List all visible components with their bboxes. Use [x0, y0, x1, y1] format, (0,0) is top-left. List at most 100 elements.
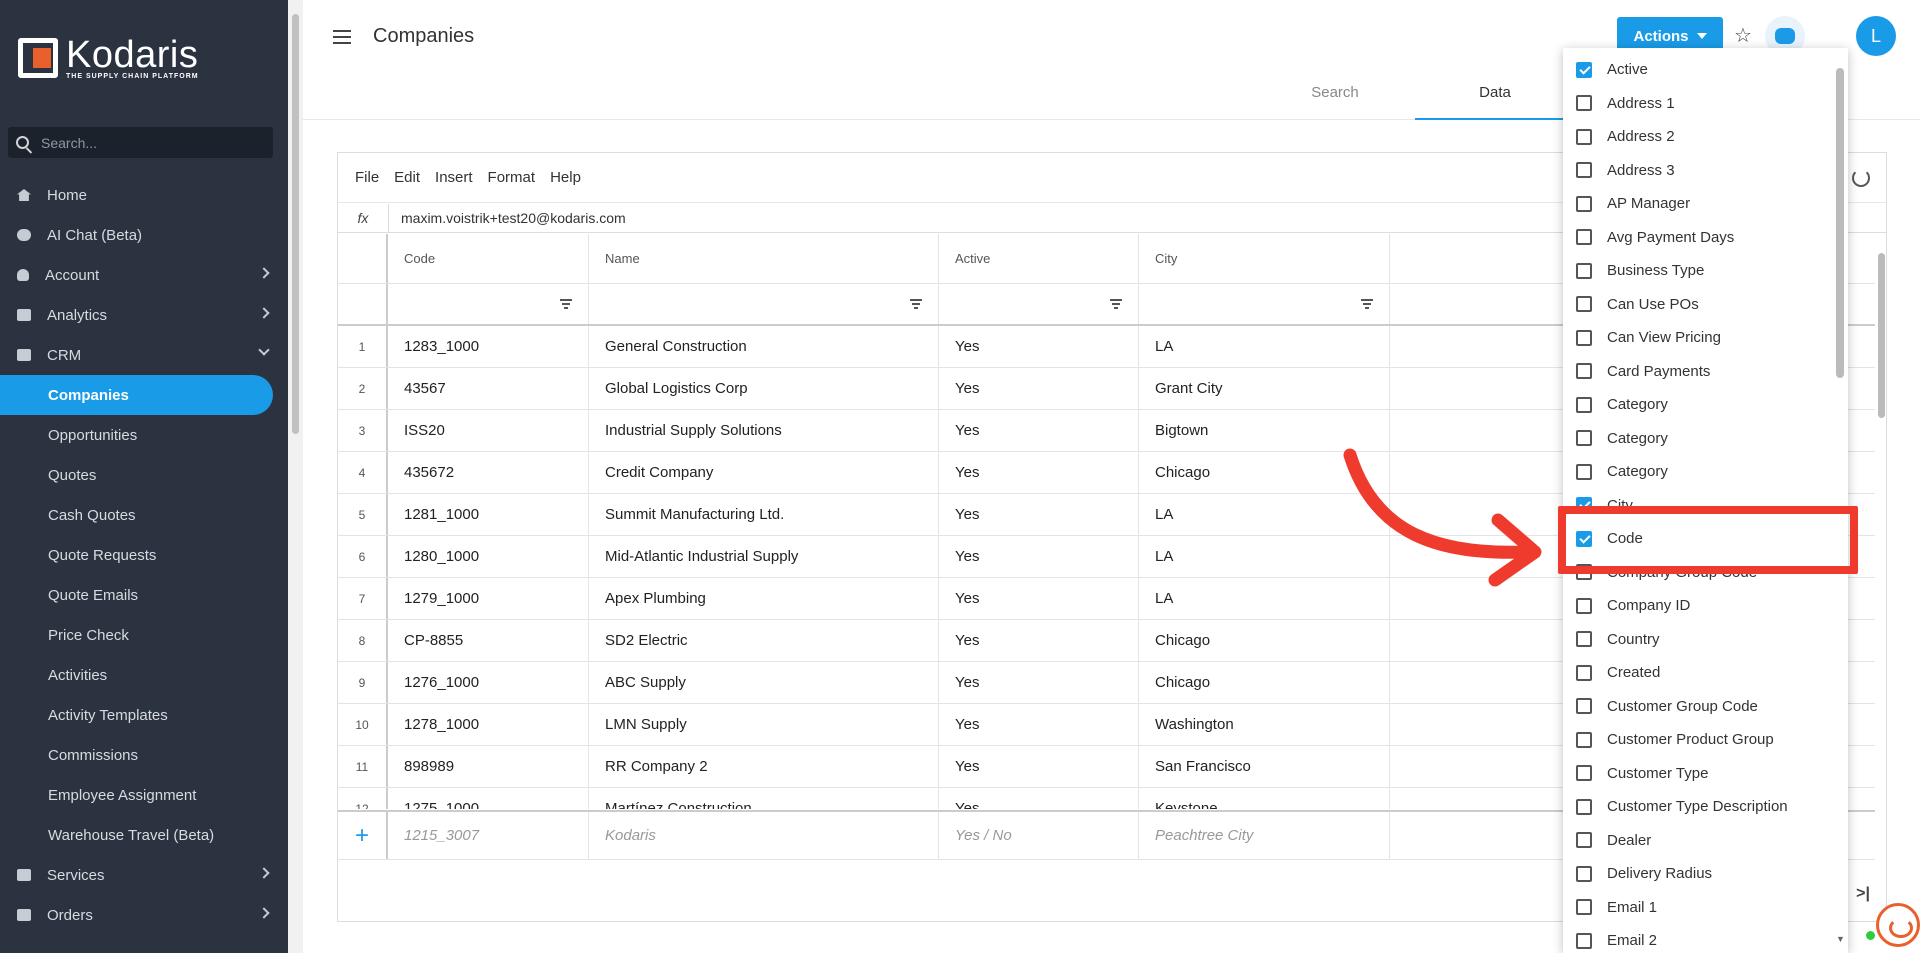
filter-icon[interactable]: [1361, 299, 1373, 309]
filter-icon[interactable]: [560, 299, 572, 309]
menu-icon[interactable]: [333, 30, 351, 48]
cell-city[interactable]: Chicago: [1139, 620, 1390, 661]
checkbox[interactable]: [1576, 363, 1592, 380]
cell-active[interactable]: Yes: [939, 368, 1139, 409]
checkbox[interactable]: [1576, 262, 1592, 279]
new-row-active[interactable]: Yes / No: [939, 812, 1139, 859]
column-option[interactable]: Country: [1563, 623, 1833, 657]
cell-code[interactable]: 1281_1000: [388, 494, 589, 535]
checkbox[interactable]: [1576, 61, 1592, 78]
menu-insert[interactable]: Insert: [435, 169, 473, 186]
column-header-name[interactable]: Name: [589, 234, 939, 283]
cell-name[interactable]: General Construction: [589, 326, 939, 367]
cell-active[interactable]: Yes: [939, 662, 1139, 703]
column-option[interactable]: Customer Group Code: [1563, 690, 1833, 724]
sidebar-item-quote-emails[interactable]: Quote Emails: [0, 575, 288, 615]
sidebar-item-ai-chat[interactable]: AI Chat (Beta): [0, 215, 288, 255]
chat-support-icon[interactable]: [1876, 903, 1920, 947]
sidebar-scrollbar[interactable]: [288, 0, 303, 953]
checkbox[interactable]: [1576, 396, 1592, 413]
filter-cell-city[interactable]: [1139, 284, 1390, 324]
cell-name[interactable]: Mid-Atlantic Industrial Supply: [589, 536, 939, 577]
column-option[interactable]: Created: [1563, 656, 1833, 690]
row-number[interactable]: 9: [338, 662, 388, 703]
cell-code[interactable]: 43567: [388, 368, 589, 409]
column-option[interactable]: Customer Type Description: [1563, 790, 1833, 824]
menu-help[interactable]: Help: [550, 169, 581, 186]
sidebar-item-cash-quotes[interactable]: Cash Quotes: [0, 495, 288, 535]
scroll-down-icon[interactable]: ▼: [1836, 934, 1845, 944]
column-option[interactable]: Address 2: [1563, 120, 1833, 154]
column-option[interactable]: Can View Pricing: [1563, 321, 1833, 355]
sidebar-item-companies[interactable]: Companies: [0, 375, 273, 415]
cell-code[interactable]: 1276_1000: [388, 662, 589, 703]
column-option[interactable]: Dealer: [1563, 824, 1833, 858]
cell-active[interactable]: Yes: [939, 746, 1139, 787]
sidebar-item-commissions[interactable]: Commissions: [0, 735, 288, 775]
cell-code[interactable]: 898989: [388, 746, 589, 787]
checkbox[interactable]: [1576, 631, 1592, 648]
menu-edit[interactable]: Edit: [394, 169, 420, 186]
cell-active[interactable]: Yes: [939, 452, 1139, 493]
star-icon[interactable]: ☆: [1733, 26, 1753, 46]
checkbox[interactable]: [1576, 731, 1592, 748]
avatar[interactable]: L: [1856, 16, 1896, 56]
cell-active[interactable]: Yes: [939, 536, 1139, 577]
cell-code[interactable]: 435672: [388, 452, 589, 493]
column-header-code[interactable]: Code: [388, 234, 589, 283]
column-option[interactable]: Category: [1563, 455, 1833, 489]
cell-code[interactable]: 1279_1000: [388, 578, 589, 619]
cell-name[interactable]: Apex Plumbing: [589, 578, 939, 619]
row-number[interactable]: 7: [338, 578, 388, 619]
checkbox[interactable]: [1576, 195, 1592, 212]
row-number[interactable]: 5: [338, 494, 388, 535]
cell-city[interactable]: Chicago: [1139, 662, 1390, 703]
cell-active[interactable]: Yes: [939, 410, 1139, 451]
last-page-icon[interactable]: >|: [1856, 885, 1870, 903]
cell-active[interactable]: Yes: [939, 704, 1139, 745]
cell-code[interactable]: 1280_1000: [388, 536, 589, 577]
cell-code[interactable]: 1283_1000: [388, 326, 589, 367]
cell-name[interactable]: Industrial Supply Solutions: [589, 410, 939, 451]
checkbox[interactable]: [1576, 698, 1592, 715]
checkbox[interactable]: [1576, 798, 1592, 815]
column-option[interactable]: Address 3: [1563, 154, 1833, 188]
checkbox[interactable]: [1576, 329, 1592, 346]
cell-name[interactable]: ABC Supply: [589, 662, 939, 703]
checkbox[interactable]: [1576, 932, 1592, 949]
checkbox[interactable]: [1576, 765, 1592, 782]
column-option[interactable]: Business Type: [1563, 254, 1833, 288]
column-option[interactable]: Email 2: [1563, 924, 1833, 953]
checkbox[interactable]: [1576, 430, 1592, 447]
cell-name[interactable]: Global Logistics Corp: [589, 368, 939, 409]
column-header-active[interactable]: Active: [939, 234, 1139, 283]
sidebar-item-analytics[interactable]: Analytics: [0, 295, 288, 335]
row-number[interactable]: 8: [338, 620, 388, 661]
checkbox[interactable]: [1576, 463, 1592, 480]
filter-cell-active[interactable]: [939, 284, 1139, 324]
row-number[interactable]: 4: [338, 452, 388, 493]
cell-name[interactable]: SD2 Electric: [589, 620, 939, 661]
checkbox[interactable]: [1576, 95, 1592, 112]
sidebar-item-quote-requests[interactable]: Quote Requests: [0, 535, 288, 575]
cell-code[interactable]: 1278_1000: [388, 704, 589, 745]
menu-format[interactable]: Format: [488, 169, 536, 186]
row-number[interactable]: 3: [338, 410, 388, 451]
column-header-city[interactable]: City: [1139, 234, 1390, 283]
column-option[interactable]: Category: [1563, 388, 1833, 422]
checkbox[interactable]: [1576, 162, 1592, 179]
sidebar-item-services[interactable]: Services: [0, 855, 288, 895]
sidebar-item-orders[interactable]: Orders: [0, 895, 288, 935]
cell-city[interactable]: Grant City: [1139, 368, 1390, 409]
row-number[interactable]: 2: [338, 368, 388, 409]
sidebar-item-crm[interactable]: CRM: [0, 335, 288, 375]
cell-active[interactable]: Yes: [939, 620, 1139, 661]
column-option[interactable]: Category: [1563, 422, 1833, 456]
checkbox[interactable]: [1576, 832, 1592, 849]
refresh-icon[interactable]: [1852, 169, 1870, 187]
row-number[interactable]: 1: [338, 326, 388, 367]
cell-name[interactable]: LMN Supply: [589, 704, 939, 745]
checkbox[interactable]: [1576, 865, 1592, 882]
checkbox[interactable]: [1576, 899, 1592, 916]
column-option[interactable]: Email 1: [1563, 891, 1833, 925]
